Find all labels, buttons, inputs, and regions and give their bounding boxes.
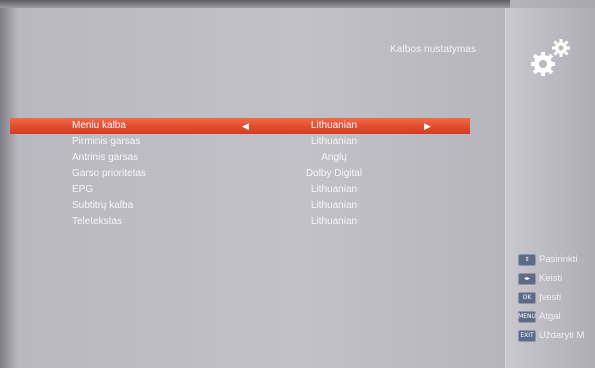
hint-enter: OK Įvesti: [518, 288, 584, 307]
menu-row-menu-language[interactable]: Meniu kalba ◀ Lithuanian ▶: [10, 118, 470, 134]
gear-icon: [525, 32, 577, 84]
row-value: Anglų: [321, 152, 347, 163]
leftright-key-icon: ◂▸: [518, 272, 536, 285]
page-title: Kalbos nustatymas: [390, 44, 477, 55]
hint-label: Pasirinkti: [539, 254, 578, 265]
row-label: EPG: [72, 184, 94, 195]
hint-label: Atgal: [539, 311, 561, 322]
row-label: Meniu kalba: [72, 120, 126, 131]
ok-key-icon: OK: [518, 291, 536, 304]
hint-exit: EXIT Uždaryti M: [518, 326, 584, 345]
button-hints: ⇕ Pasirinkti ◂▸ Keisti OK Įvesti MENU At…: [518, 250, 584, 345]
menu-row-teletext[interactable]: Teletekstas Lithuanian: [10, 214, 470, 230]
row-value: Lithuanian: [310, 184, 358, 195]
hint-change: ◂▸ Keisti: [518, 269, 584, 288]
updown-key-icon: ⇕: [518, 253, 536, 266]
exit-key-icon: EXIT: [518, 329, 536, 342]
top-bar: [0, 0, 510, 8]
row-value: Lithuanian: [310, 136, 358, 147]
menu-row-primary-audio[interactable]: Pirminis garsas Lithuanian: [10, 134, 470, 150]
hint-select: ⇕ Pasirinkti: [518, 250, 584, 269]
tv-screen: Kalbos nustatymas Meniu kalba ◀ Lithuani…: [0, 0, 595, 368]
arrow-left-icon[interactable]: ◀: [242, 118, 249, 134]
hint-label: Keisti: [539, 273, 563, 284]
language-settings-list: Meniu kalba ◀ Lithuanian ▶ Pirminis gars…: [10, 118, 470, 230]
row-value: Dolby Digital: [305, 168, 363, 179]
menu-key-icon: MENU: [518, 310, 536, 323]
menu-row-subtitle-language[interactable]: Subtitrų kalba Lithuanian: [10, 198, 470, 214]
row-label: Antrinis garsas: [72, 152, 139, 163]
row-label: Garso prioritetas: [72, 168, 146, 179]
row-label: Subtitrų kalba: [72, 200, 134, 211]
row-label: Pirminis garsas: [72, 136, 141, 147]
menu-row-secondary-audio[interactable]: Antrinis garsas Anglų: [10, 150, 470, 166]
hint-label: Įvesti: [539, 292, 562, 303]
row-value: Lithuanian: [310, 216, 358, 227]
row-label: Teletekstas: [72, 216, 123, 227]
hint-label: Uždaryti M: [539, 330, 585, 341]
hint-back: MENU Atgal: [518, 307, 584, 326]
row-value: Lithuanian: [310, 200, 358, 211]
menu-row-epg[interactable]: EPG Lithuanian: [10, 182, 470, 198]
row-value: Lithuanian: [310, 120, 358, 131]
menu-row-audio-priority[interactable]: Garso prioritetas Dolby Digital: [10, 166, 470, 182]
arrow-right-icon[interactable]: ▶: [424, 118, 431, 134]
